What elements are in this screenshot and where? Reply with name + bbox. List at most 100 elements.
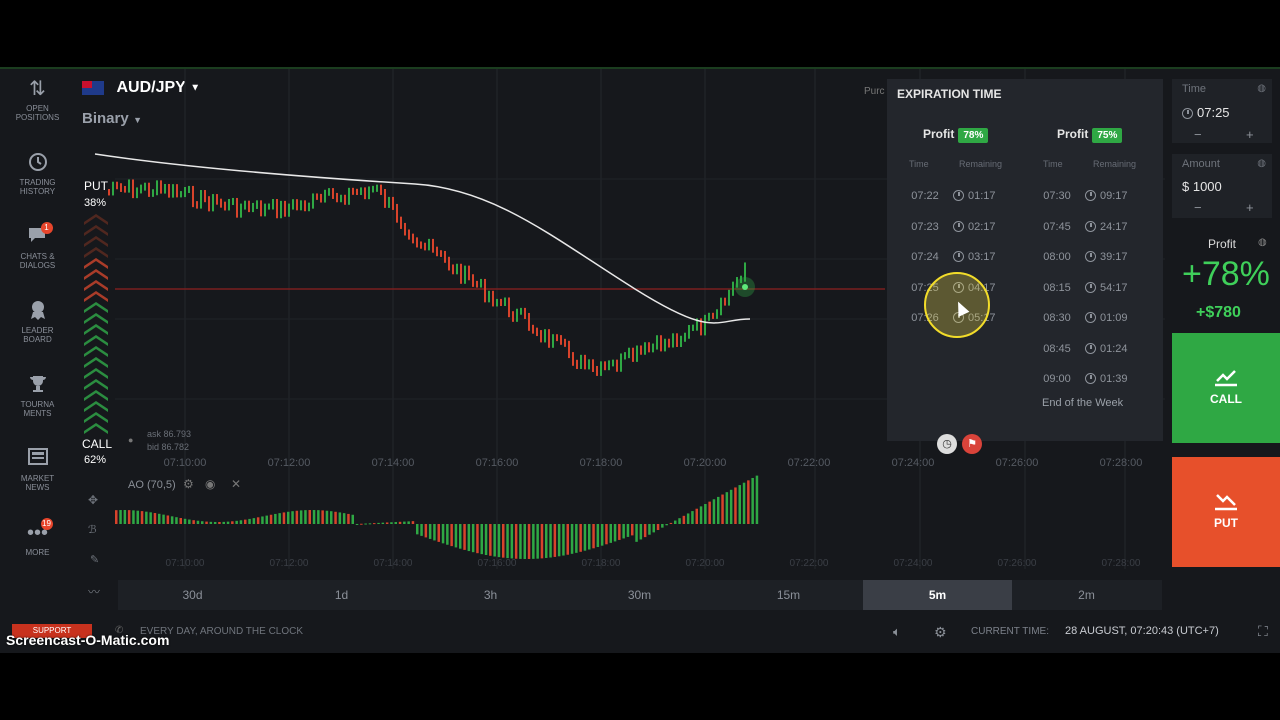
call-button[interactable]: CALL [1172, 333, 1280, 443]
ao-bar [747, 480, 750, 524]
expiration-option[interactable]: 08:30 01:09 [1035, 305, 1155, 333]
amount-label: Amount [1182, 158, 1220, 170]
profit-label: Profit [1208, 237, 1237, 251]
ao-bar [588, 524, 591, 550]
candle [196, 201, 198, 209]
time-increase-button[interactable]: + [1246, 127, 1254, 142]
drawing-tool-icon[interactable]: ✥ [88, 493, 98, 507]
candle [116, 181, 118, 190]
ao-bar [519, 524, 522, 559]
expiration-option[interactable]: 07:30 09:17 [1035, 183, 1155, 211]
indicator-settings-icon[interactable]: ⚙ [183, 477, 194, 491]
candle [392, 196, 394, 210]
sidebar-item-more[interactable]: ••• 19 MORE [0, 518, 75, 557]
sidebar-item-open-positions[interactable]: ⇅ OPEN POSITIONS [0, 77, 75, 122]
amount-decrease-button[interactable]: − [1194, 200, 1202, 215]
timeframe-3h[interactable]: 3h [416, 580, 565, 610]
ao-bar [562, 524, 565, 556]
volume-icon[interactable]: 🔈︎ [893, 624, 901, 640]
time-tick-label: 07:14:00 [374, 558, 413, 569]
candle [256, 200, 258, 209]
expiration-time: 08:45 [1043, 342, 1071, 355]
ao-bar [502, 524, 505, 558]
candle [180, 191, 182, 198]
sidebar-item-market-news[interactable]: MARKET NEWS [0, 447, 75, 492]
ao-bar [330, 511, 333, 524]
left-col-remaining: Remaining [959, 159, 1003, 169]
expiration-option[interactable]: 08:45 01:24 [1035, 336, 1155, 364]
ao-bar [652, 524, 655, 533]
expiration-option[interactable]: 08:00 39:17 [1035, 244, 1155, 272]
ao-bar [454, 524, 458, 548]
timeframe-15m[interactable]: 15m [714, 580, 863, 610]
time-decrease-button[interactable]: − [1194, 127, 1202, 142]
fullscreen-icon[interactable]: ⛶ [1258, 623, 1268, 640]
candle [320, 193, 322, 203]
candle [420, 241, 422, 249]
ao-bar [484, 524, 488, 555]
ao-bar [407, 521, 410, 524]
ao-bar [282, 512, 286, 524]
sidebar-item-trading-history[interactable]: TRADING HISTORY [0, 151, 75, 196]
expiration-option[interactable]: 07:45 24:17 [1035, 214, 1155, 242]
expiration-option[interactable]: 07:22 01:17 [903, 183, 1023, 211]
expiration-time: 07:24 [911, 251, 939, 263]
ao-bar [527, 524, 531, 559]
ao-bar [351, 514, 354, 524]
candle [324, 189, 326, 203]
indicator-visibility-icon[interactable]: ◉ [205, 477, 215, 491]
indicator-tool-icon[interactable]: ℬ [88, 523, 97, 536]
candle [544, 329, 546, 343]
ao-bar [153, 513, 157, 524]
candle [712, 312, 714, 319]
candle [300, 200, 302, 211]
timeframe-30d[interactable]: 30d [118, 580, 267, 610]
indicator-label: AO (70,5) [128, 479, 176, 491]
end-of-week-option[interactable]: End of the Week [1042, 397, 1123, 409]
amount-increase-button[interactable]: + [1246, 200, 1254, 215]
trophy-icon [25, 373, 51, 397]
ao-bar [691, 511, 694, 524]
pen-tool-icon[interactable]: ✎ [90, 553, 99, 566]
ao-bar [605, 524, 608, 545]
sidebar-item-tournaments[interactable]: TOURNA MENTS [0, 373, 75, 418]
time-tick-label: 07:24:00 [892, 457, 935, 469]
expiration-option[interactable]: 07:23 02:17 [903, 214, 1023, 242]
candle [600, 361, 602, 376]
ao-bar [123, 510, 127, 524]
ao-bar [433, 524, 436, 541]
candle [332, 188, 334, 199]
timeframe-5m[interactable]: 5m [863, 580, 1012, 610]
indicator-close-icon[interactable]: ✕ [231, 477, 241, 491]
candle [344, 194, 346, 205]
expiration-option[interactable]: 07:24 03:17 [903, 244, 1023, 272]
candle [424, 242, 426, 251]
candle [132, 179, 134, 199]
ao-bar [480, 524, 483, 555]
expiration-option[interactable]: 08:15 54:17 [1035, 275, 1155, 303]
candle [584, 354, 586, 370]
ao-bar [734, 487, 737, 524]
put-button[interactable]: PUT [1172, 457, 1280, 567]
time-field[interactable]: Time ◍ 07:25 − + [1172, 79, 1272, 143]
candle [468, 265, 470, 281]
candle [592, 359, 594, 372]
ao-bar [381, 522, 385, 524]
candle [720, 297, 722, 316]
time-tick-label: 07:12:00 [270, 558, 309, 569]
sidebar-item-leaderboard[interactable]: LEADER BOARD [0, 299, 75, 344]
ao-bar [149, 512, 152, 524]
timeframe-1d[interactable]: 1d [267, 580, 416, 610]
chart-type-icon[interactable]: 〰 [88, 583, 100, 600]
timeframe-2m[interactable]: 2m [1012, 580, 1161, 610]
candle [688, 324, 690, 339]
candle [576, 359, 578, 369]
amount-field[interactable]: Amount ◍ $ 1000 − + [1172, 154, 1272, 218]
candle [252, 202, 254, 213]
settings-gear-icon[interactable]: ⚙ [934, 624, 947, 641]
timeframe-30m[interactable]: 30m [565, 580, 714, 610]
sidebar-item-chats[interactable]: 1 CHATS & DIALOGS [0, 222, 75, 270]
expiration-option[interactable]: 09:00 01:39 [1035, 366, 1155, 394]
candle [512, 311, 514, 322]
ao-bar [411, 521, 415, 524]
